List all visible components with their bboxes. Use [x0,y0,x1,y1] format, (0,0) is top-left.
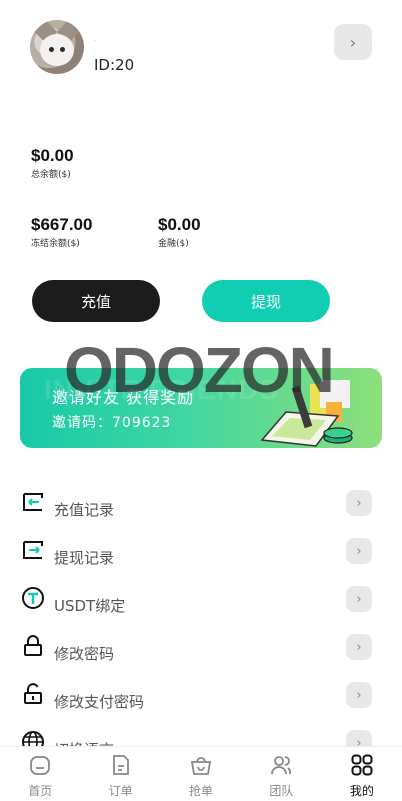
chevron-right-icon[interactable]: › [346,490,372,516]
chevron-right-icon: › [349,32,357,52]
gold-balance: $0.00 金融($) [158,215,201,249]
chevron-right-icon[interactable]: › [346,682,372,708]
menu-label: 修改支付密码 [54,693,145,711]
invite-code: 邀请码：709623 [52,415,172,431]
home-icon [30,756,51,775]
menu-list: 充值记录 › 提现记录 › USDT绑定 › 修改密码 › 修改支付密码 › › [0,478,402,766]
tab-label: 抢单 [189,784,214,798]
menu-item-change-pay-password[interactable]: 修改支付密码 › [0,670,402,718]
lock-icon [24,635,42,656]
tab-grab-order[interactable]: 抢单 [161,747,241,801]
frozen-balance-amount: $667.00 [31,215,93,234]
bottom-tab-bar: 首页 订单 抢单 团队 我的 [0,746,402,801]
total-balance: $0.00 总余额($) [31,146,74,180]
menu-item-change-password[interactable]: 修改密码 › [0,622,402,670]
chevron-right-icon[interactable]: › [346,586,372,612]
chevron-right-icon[interactable]: › [346,634,372,660]
watermark-logo: ODOZON [64,334,335,406]
gold-balance-label: 金融($) [158,239,189,249]
tab-label: 订单 [108,784,133,798]
tab-home[interactable]: 首页 [0,747,80,801]
recharge-button[interactable]: 充值 [32,280,160,322]
tab-label: 首页 [28,784,53,798]
withdraw-button[interactable]: 提现 [202,280,330,322]
team-icon [271,756,292,775]
menu-label: 提现记录 [54,549,115,567]
total-balance-label: 总余额($) [31,170,71,180]
grid-icon [351,754,373,776]
tab-team[interactable]: 团队 [241,747,321,801]
gold-balance-amount: $0.00 [158,215,201,234]
unlock-icon [24,683,42,704]
menu-item-usdt-binding[interactable]: USDT绑定 › [0,574,402,622]
username: · [94,38,96,45]
menu-item-withdraw-record[interactable]: 提现记录 › [0,526,402,574]
tab-label: 我的 [349,784,374,798]
frozen-balance-label: 冻结余额($) [31,239,80,249]
menu-label: 充值记录 [54,501,115,519]
tab-mine[interactable]: 我的 [322,747,402,801]
usdt-icon [22,587,44,609]
user-id: ID:20 [94,56,135,74]
menu-item-recharge-record[interactable]: 充值记录 › [0,478,402,526]
tab-label: 团队 [269,784,294,798]
avatar[interactable] [30,20,84,74]
chevron-right-icon[interactable]: › [346,538,372,564]
frozen-balance: $667.00 冻结余额($) [31,215,92,249]
menu-label: 修改密码 [54,645,115,663]
menu-label: USDT绑定 [54,597,126,615]
total-balance-amount: $0.00 [31,146,74,165]
profile-header: · ID:20 › [30,20,372,80]
profile-settings-button[interactable]: › [334,24,372,60]
order-icon [112,755,129,775]
withdraw-record-icon [23,541,43,559]
recharge-record-icon [23,493,43,511]
tab-order[interactable]: 订单 [80,747,160,801]
bag-icon [190,757,212,775]
